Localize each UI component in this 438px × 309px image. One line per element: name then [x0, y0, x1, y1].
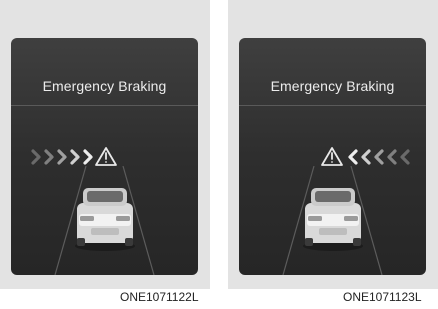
arrow-icon	[361, 149, 371, 165]
arrow-icon	[387, 149, 397, 165]
approach-arrows-left	[348, 149, 410, 165]
arrow-icon	[31, 149, 41, 165]
left-panel: Emergency Braking	[0, 0, 210, 289]
road-scene	[282, 147, 410, 275]
warning-icon	[95, 147, 117, 166]
arrow-icon	[70, 149, 80, 165]
arrow-icon	[348, 149, 358, 165]
arrow-icon	[83, 149, 93, 165]
arrow-icon	[400, 149, 410, 165]
cluster-display-right: Emergency Braking	[239, 38, 426, 275]
vehicle-icon	[75, 188, 135, 251]
right-panel: Emergency Braking	[228, 0, 438, 289]
road-scene	[31, 147, 155, 275]
cluster-display-left: Emergency Braking	[11, 38, 198, 275]
arrow-icon	[374, 149, 384, 165]
arrow-icon	[57, 149, 67, 165]
figure-code: ONE1071123L	[343, 290, 422, 304]
figure-code: ONE1071122L	[120, 290, 199, 304]
vehicle-icon	[303, 188, 363, 251]
warning-icon	[321, 147, 343, 166]
arrow-icon	[44, 149, 54, 165]
approach-arrows-right	[31, 149, 93, 165]
